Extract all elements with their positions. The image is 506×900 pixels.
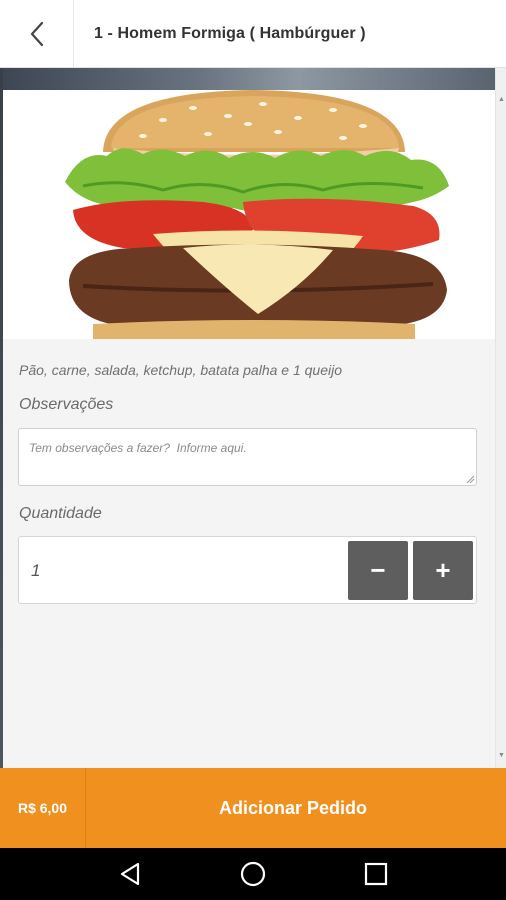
nav-recents-button[interactable] xyxy=(352,854,400,894)
observations-field[interactable] xyxy=(18,428,477,486)
square-recents-icon xyxy=(365,862,388,886)
screen: 1 - Homem Formiga ( Hambúrguer ) Pão, ca… xyxy=(0,0,506,900)
scrollbar[interactable]: ▲ ▼ xyxy=(495,68,506,768)
plus-icon: + xyxy=(435,555,451,585)
chevron-left-icon xyxy=(30,21,43,46)
add-order-button[interactable]: Adicionar Pedido xyxy=(86,768,506,848)
nav-back-button[interactable] xyxy=(106,854,154,894)
product-image xyxy=(3,90,495,339)
scroll-up-arrow-icon[interactable]: ▲ xyxy=(498,96,505,103)
android-navigation-bar xyxy=(0,848,506,900)
circle-home-icon xyxy=(240,861,266,887)
quantity-value[interactable]: 1 xyxy=(31,561,40,581)
minus-icon: − xyxy=(370,555,386,585)
burger-illustration xyxy=(3,90,495,339)
quantity-label: Quantidade xyxy=(19,505,102,522)
quantity-stepper: 1 − + xyxy=(18,536,477,604)
page-title: 1 - Homem Formiga ( Hambúrguer ) xyxy=(94,24,366,42)
scroll-down-arrow-icon[interactable]: ▼ xyxy=(498,752,505,759)
back-button[interactable] xyxy=(0,0,74,68)
product-description: Pão, carne, salada, ketchup, batata palh… xyxy=(19,362,343,378)
nav-home-button[interactable] xyxy=(229,854,277,894)
observations-label: Observações xyxy=(19,396,114,413)
product-detail-content: Pão, carne, salada, ketchup, batata palh… xyxy=(3,68,506,768)
increase-quantity-button[interactable]: + xyxy=(413,541,473,600)
top-app-bar: 1 - Homem Formiga ( Hambúrguer ) xyxy=(0,0,506,68)
header-image-strip xyxy=(3,68,495,90)
order-footer-bar: R$ 6,00 Adicionar Pedido xyxy=(0,768,506,848)
order-price: R$ 6,00 xyxy=(0,768,86,848)
decrease-quantity-button[interactable]: − xyxy=(348,541,408,600)
triangle-back-icon xyxy=(120,862,139,886)
